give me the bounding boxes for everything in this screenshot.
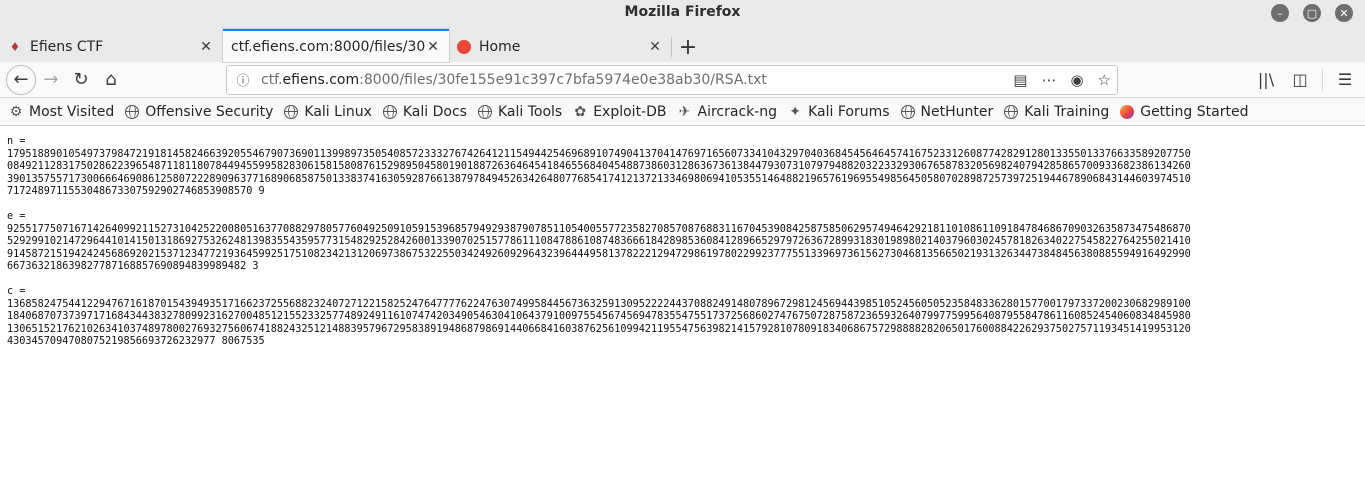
minimize-icon[interactable]: – — [1271, 4, 1289, 22]
c-value-line: 1368582475441229476716187015439493517166… — [7, 298, 1191, 310]
close-icon[interactable]: ✕ — [1335, 4, 1353, 22]
tab-label: ctf.efiens.com:8000/files/30 — [231, 38, 425, 55]
url-actions: ▤ ⋯ ◉ ☆ — [1013, 71, 1111, 89]
bookmarks-bar: ⚙ Most Visited Offensive Security Kali L… — [0, 98, 1365, 126]
bookmark-exploit-db[interactable]: ✿ Exploit-DB — [572, 104, 666, 120]
bookmark-nethunter[interactable]: NetHunter — [900, 103, 994, 120]
bookmark-label: NetHunter — [920, 103, 994, 120]
e-value-line: 667363218639827787168857690894839989482 … — [7, 261, 259, 272]
tab-label: Home — [479, 39, 521, 55]
globe-icon — [900, 104, 916, 120]
url-text[interactable]: ctf.efiens.com:8000/files/30fe155e91c397… — [261, 72, 1013, 88]
tab-strip: ♦ Efiens CTF ✕ ctf.efiens.com:8000/files… — [0, 26, 1365, 62]
window-controls: – ▢ ✕ — [1271, 4, 1353, 22]
bookmark-offensive-security[interactable]: Offensive Security — [124, 104, 273, 120]
toolbar-separator — [1322, 68, 1323, 91]
bookmark-label: Kali Forums — [808, 103, 890, 120]
bookmark-kali-tools[interactable]: Kali Tools — [477, 104, 562, 120]
n-value-line: 1795188901054973798472191814582466392055… — [7, 148, 1191, 160]
tab-label: Efiens CTF — [30, 39, 104, 55]
bookmark-kali-linux[interactable]: Kali Linux — [283, 103, 372, 120]
forward-icon[interactable]: → — [36, 65, 66, 95]
globe-icon — [124, 104, 140, 120]
bookmark-star-icon[interactable]: ☆ — [1098, 71, 1111, 89]
new-tab-icon[interactable]: + — [672, 32, 704, 62]
bookmark-label: Getting Started — [1140, 103, 1249, 120]
url-path: :8000/files/30fe155e91c397c7bfa5974e0e38… — [359, 71, 767, 88]
page-actions-icon[interactable]: ⋯ — [1041, 71, 1056, 89]
globe-icon — [1003, 104, 1019, 120]
sidebar-icon[interactable]: ◫ — [1288, 68, 1312, 92]
bookmark-label: Offensive Security — [145, 103, 274, 120]
home-icon[interactable]: ⌂ — [96, 65, 126, 95]
c-value-line: 1306515217621026341037489780027693275606… — [7, 323, 1191, 335]
bookmark-label: Kali Tools — [497, 103, 563, 120]
toolbar-right: ||\ ◫ ☰ — [1254, 68, 1359, 92]
tab-close-icon[interactable]: ✕ — [425, 39, 441, 55]
back-icon[interactable]: ← — [6, 64, 36, 95]
n-value-line: 0849211283175028622396548711811807844945… — [7, 161, 1191, 172]
tab-home[interactable]: Home ✕ — [449, 32, 671, 62]
bookmark-label: Most Visited — [29, 103, 115, 120]
bookmark-label: Kali Linux — [304, 103, 372, 120]
document-body: n = 179518890105497379847219181458246639… — [0, 126, 1365, 359]
e-value-line: 9145872151942424568692021537123477219364… — [7, 248, 1191, 260]
site-info-icon[interactable]: ⓘ — [233, 70, 253, 90]
reader-view-icon[interactable]: ▤ — [1013, 71, 1027, 89]
navigation-bar: ← → ↻ ⌂ ⓘ ctf.efiens.com:8000/files/30fe… — [0, 62, 1365, 98]
tab-efiens-ctf[interactable]: ♦ Efiens CTF ✕ — [0, 32, 222, 62]
c-value-line: 4303457094708075219856693726232977 80675… — [7, 336, 265, 347]
n-value-line: 7172489711553048673307592902746853908570… — [7, 186, 265, 197]
url-prefix: ctf. — [261, 71, 283, 88]
bookmark-label: Aircrack-ng — [697, 103, 778, 120]
e-label: e = — [7, 211, 26, 222]
url-bar[interactable]: ⓘ ctf.efiens.com:8000/files/30fe155e91c3… — [226, 64, 1118, 95]
ctf-favicon-icon: ♦ — [9, 40, 21, 54]
tab-close-icon[interactable]: ✕ — [198, 39, 214, 55]
globe-icon — [477, 104, 493, 120]
pocket-icon[interactable]: ◉ — [1070, 71, 1083, 89]
c-label: c = — [7, 286, 26, 297]
bookmark-getting-started[interactable]: Getting Started — [1119, 104, 1248, 120]
gear-icon: ⚙ — [9, 103, 23, 120]
home-favicon-icon — [457, 40, 471, 54]
globe-icon — [283, 104, 299, 120]
window-title: Mozilla Firefox — [624, 4, 741, 20]
url-host: efiens.com — [282, 71, 360, 88]
c-value-line: 1840687073739717168434438327809923162700… — [7, 311, 1191, 322]
n-value-line: 3901357557173006664690861258072228909637… — [7, 173, 1191, 185]
bookmark-label: Kali Docs — [402, 103, 467, 120]
bookmark-label: Exploit-DB — [593, 103, 667, 120]
e-value-line: 9255177507167142640992115273104252200805… — [7, 223, 1191, 235]
window-titlebar: Mozilla Firefox – ▢ ✕ — [0, 0, 1365, 26]
menu-icon[interactable]: ☰ — [1333, 68, 1357, 92]
firefox-icon — [1119, 104, 1135, 120]
aircrack-icon: ✈ — [678, 103, 691, 120]
bookmark-kali-forums[interactable]: ✦ Kali Forums — [787, 104, 889, 120]
kali-dragon-icon: ✦ — [789, 103, 801, 120]
library-icon[interactable]: ||\ — [1254, 68, 1278, 92]
maximize-icon[interactable]: ▢ — [1303, 4, 1321, 22]
bookmark-most-visited[interactable]: ⚙ Most Visited — [8, 103, 115, 120]
globe-icon — [382, 104, 398, 120]
bookmark-label: Kali Training — [1024, 103, 1110, 120]
reload-icon[interactable]: ↻ — [66, 65, 96, 95]
bookmark-kali-docs[interactable]: Kali Docs — [382, 104, 467, 120]
e-value-line: 5292991021472964410141501318692753262481… — [7, 236, 1191, 247]
n-label: n = — [7, 136, 26, 147]
tab-close-icon[interactable]: ✕ — [647, 39, 663, 55]
bookmark-aircrack-ng[interactable]: ✈ Aircrack-ng — [677, 103, 778, 120]
exploit-db-icon: ✿ — [574, 103, 587, 120]
bookmark-kali-training[interactable]: Kali Training — [1003, 104, 1109, 120]
tab-rsa-txt[interactable]: ctf.efiens.com:8000/files/30 ✕ — [223, 29, 449, 62]
